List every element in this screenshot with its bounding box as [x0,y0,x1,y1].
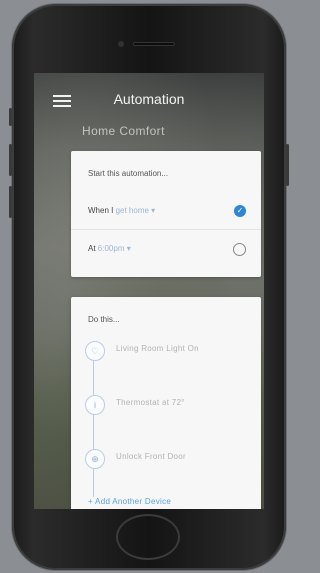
trigger-option-text: At 6:00pm ▾ [88,244,131,253]
actions-card: Do this... ♡ Living Room Light On i Ther… [71,297,261,509]
thermostat-icon: i [85,395,105,415]
lock-icon: ⊕ [85,449,105,469]
speaker [133,42,175,46]
trigger-option-value[interactable]: 6:00pm [98,244,125,253]
device-label: Unlock Front Door [116,452,187,461]
home-button[interactable] [116,514,180,560]
volume-down-button [9,186,12,218]
camera [118,41,124,47]
divider [71,229,261,230]
page-title: Automation [113,91,185,107]
chevron-down-icon: ▾ [151,206,156,215]
phone-frame: Automation Home Comfort Start this autom… [9,4,289,570]
lightbulb-icon: ♡ [85,341,105,361]
device-label: Thermostat at 72° [116,398,185,407]
trigger-option-value[interactable]: get home [116,206,149,215]
device-row[interactable]: ⊕ Unlock Front Door [79,449,253,471]
trigger-heading: Start this automation... [88,169,169,178]
mute-switch [9,108,12,126]
trigger-option-get-home[interactable]: When I get home ▾ ✓ [88,203,249,221]
add-device-link[interactable]: + Add Another Device [88,497,171,506]
trigger-option-text: When I get home ▾ [88,206,155,215]
trigger-card: Start this automation... When I get home… [71,151,261,277]
app-screen: Automation Home Comfort Start this autom… [34,73,264,509]
checkmark-icon[interactable]: ✓ [234,205,246,217]
trigger-option-prefix: When I [88,206,114,215]
volume-up-button [9,144,12,176]
automation-name: Home Comfort [82,124,165,138]
device-label: Living Room Light On [116,344,199,353]
device-row[interactable]: ♡ Living Room Light On [79,341,253,363]
trigger-option-prefix: At [88,244,96,253]
app-bar: Automation [34,73,264,127]
power-button [286,144,289,186]
timeline-line [93,349,94,497]
actions-heading: Do this... [88,315,120,324]
trigger-option-time[interactable]: At 6:00pm ▾ [88,241,249,259]
radio-unselected-icon[interactable] [233,243,246,256]
chevron-down-icon: ▾ [126,244,131,253]
device-row[interactable]: i Thermostat at 72° [79,395,253,417]
